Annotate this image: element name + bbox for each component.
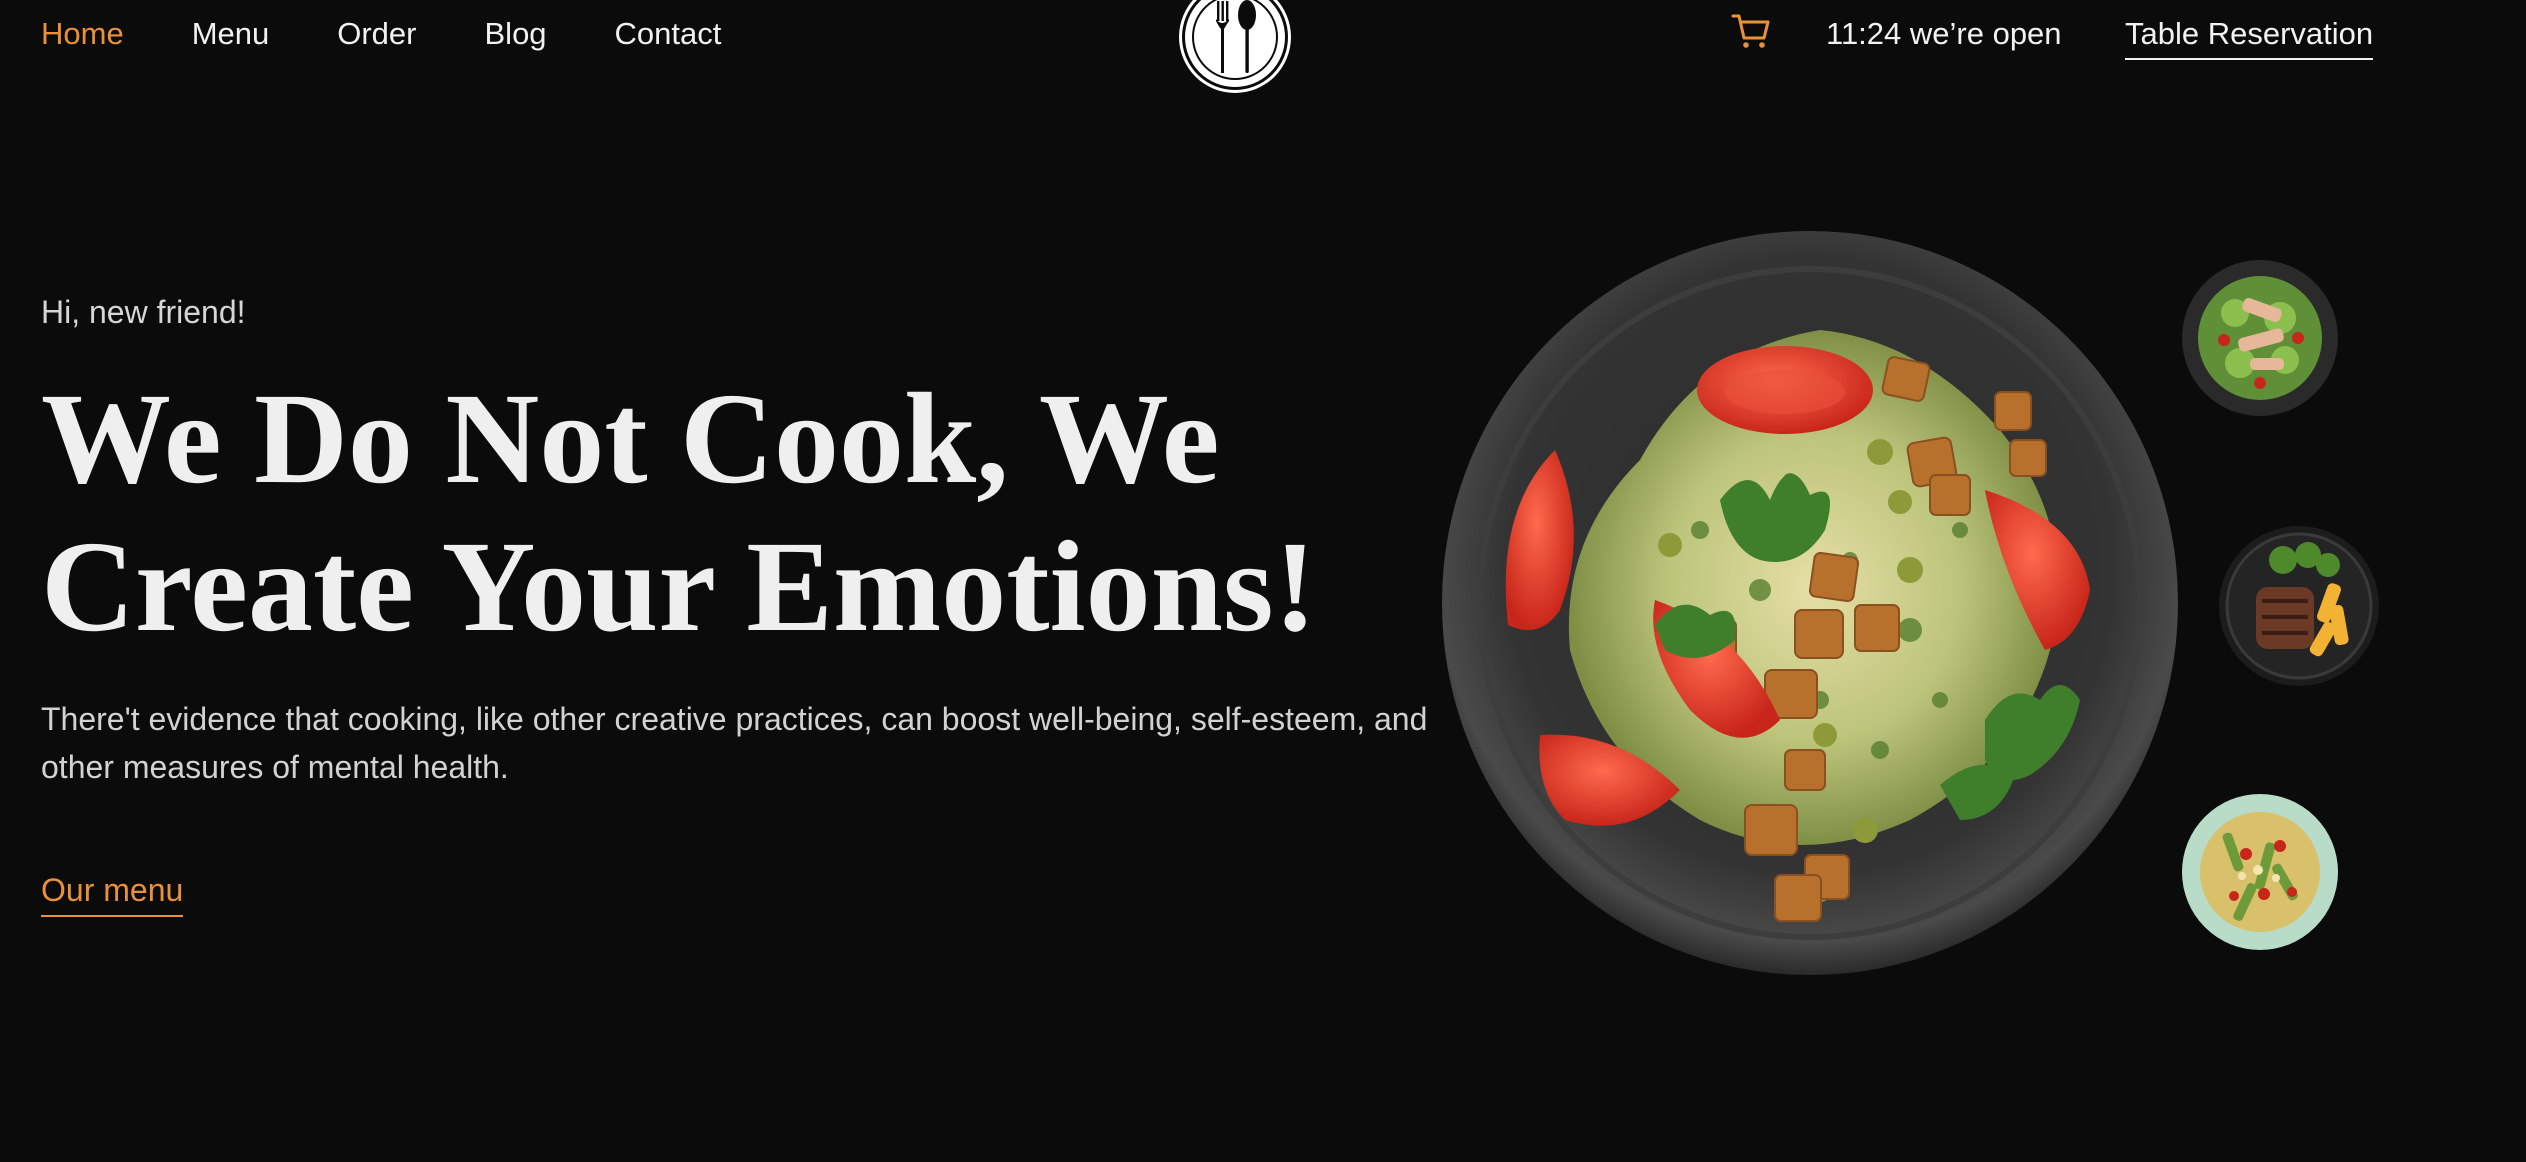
table-reservation-link[interactable]: Table Reservation (2125, 14, 2374, 60)
steak-plate-thumbnail (2219, 526, 2379, 686)
cart-button[interactable] (1730, 10, 1772, 52)
nav-link-order[interactable]: Order (337, 14, 416, 54)
nav-link-menu[interactable]: Menu (192, 14, 270, 54)
nav-links: Home Menu Order Blog Contact (41, 14, 789, 54)
salad-plate-image (1442, 231, 2178, 975)
opening-status: 11:24 we’re open (1826, 16, 2062, 51)
greeting-text: Hi, new friend! (41, 294, 246, 330)
hero-description: There't evidence that cooking, like othe… (41, 701, 1428, 785)
hero-headline: We Do Not Cook, We Create Your Emotions! (41, 365, 1391, 661)
nav-link-blog[interactable]: Blog (485, 14, 547, 54)
headline-line-2: Create Your Emotions! (41, 515, 1317, 659)
dish-thumbnail-1[interactable] (2180, 258, 2340, 418)
dish-thumbnail-2[interactable] (2218, 525, 2380, 687)
dish-thumbnail-3[interactable] (2180, 792, 2340, 952)
nav-link-home[interactable]: Home (41, 14, 124, 54)
main-dish-image[interactable] (1440, 230, 2180, 975)
cart-icon (1731, 14, 1770, 48)
pasta-salad-thumbnail (2182, 794, 2338, 950)
our-menu-link[interactable]: Our menu (41, 872, 184, 917)
headline-line-1: We Do Not Cook, We (41, 367, 1220, 511)
nav-link-contact[interactable]: Contact (615, 14, 722, 54)
chicken-salad-thumbnail (2182, 260, 2338, 416)
fork-spoon-icon (1188, 0, 1282, 84)
logo[interactable] (1182, 0, 1288, 90)
top-navigation: Home Menu Order Blog Contact 11:24 we’re… (0, 0, 2526, 90)
